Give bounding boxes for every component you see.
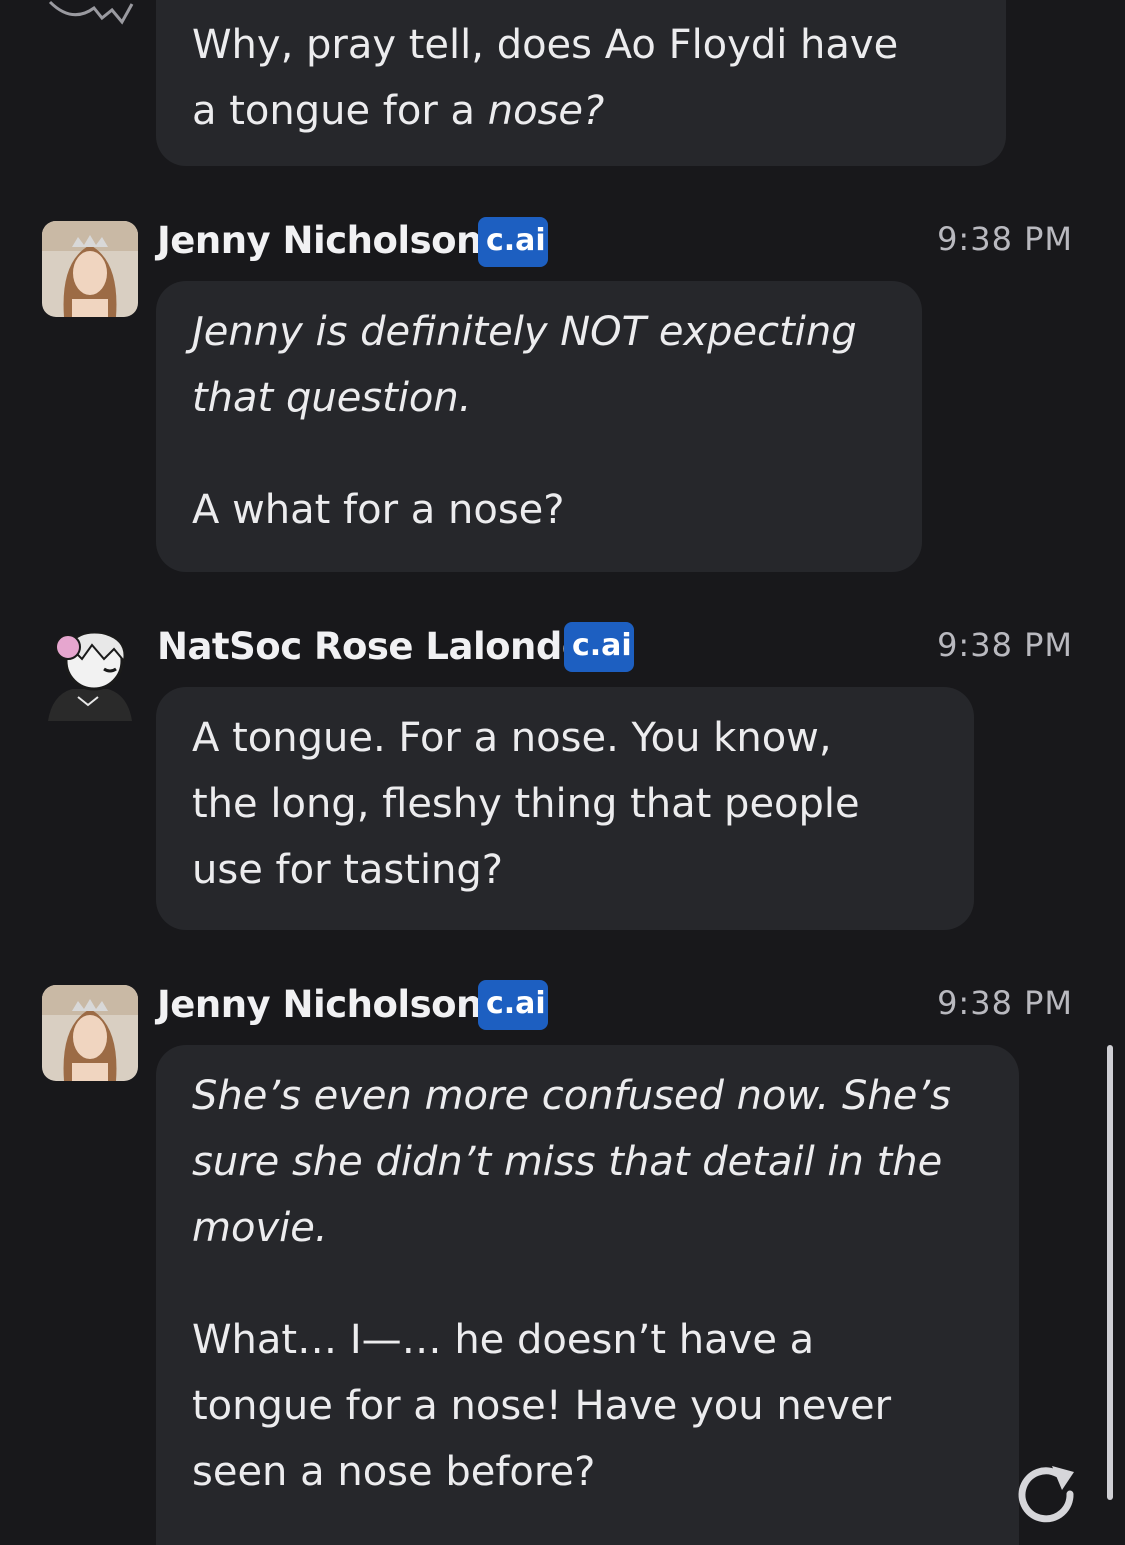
message-bubble: She’s even more confused now. She’s sure… [156,1045,1019,1545]
sender-name: Jenny Nicholson [157,219,482,262]
narration-text: She’s even more confused now. She’s sure… [192,1073,951,1251]
speech-text: A what for a nose? [192,487,565,533]
avatar-rose[interactable] [42,625,138,721]
sender-name: Jenny Nicholson [157,983,482,1026]
avatar-jenny[interactable] [42,221,138,317]
sender-name: NatSoc Rose Lalonde [157,625,587,668]
message-bubble: A tongue. For a nose. You know, the long… [156,687,974,930]
timestamp: 9:38 PM [937,220,1073,258]
cai-badge: c.ai [478,217,548,267]
narration-text: Jenny is definitely NOT expecting that q… [192,309,857,421]
message-bubble: Jenny is definitely NOT expecting that q… [156,281,922,572]
avatar-partial [42,0,138,26]
regenerate-icon[interactable] [1012,1462,1082,1532]
cai-badge: c.ai [564,622,634,672]
message-text: Why, pray tell, does Ao Floydi have a to… [192,22,899,134]
timestamp: 9:38 PM [937,626,1073,664]
message-text: A tongue. For a nose. You know, the long… [192,715,860,893]
message-bubble-user: Why, pray tell, does Ao Floydi have a to… [156,0,1006,166]
timestamp: 9:38 PM [937,984,1073,1022]
cai-badge: c.ai [478,980,548,1030]
speech-text: What… I—… he doesn’t have a tongue for a… [192,1317,892,1495]
avatar-jenny[interactable] [42,985,138,1081]
scrollbar[interactable] [1107,1045,1113,1500]
